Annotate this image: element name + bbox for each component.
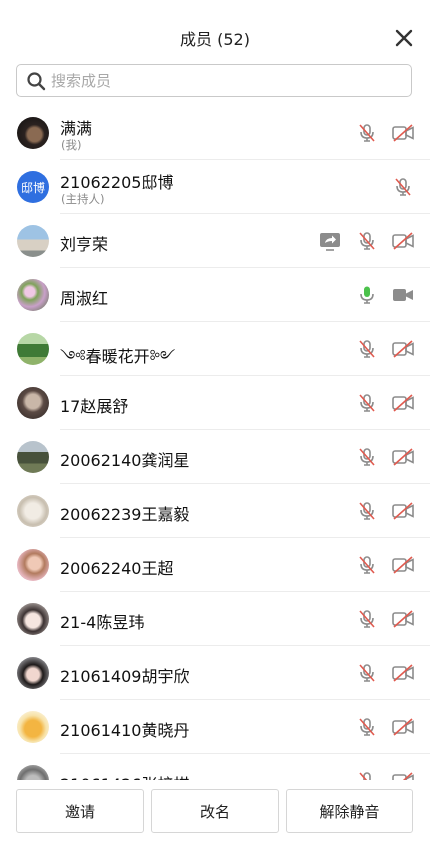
search-icon: [26, 70, 48, 92]
avatar: [17, 441, 49, 473]
rename-button[interactable]: 改名: [151, 789, 279, 833]
avatar: [17, 603, 49, 635]
member-row[interactable]: 刘亨荣: [0, 214, 430, 268]
avatar: [17, 333, 49, 365]
unmute-button[interactable]: 解除静音: [286, 789, 413, 833]
mic-muted-icon[interactable]: [354, 444, 380, 470]
member-row[interactable]: 20062240王超: [0, 538, 430, 592]
avatar: 邸博: [17, 171, 49, 203]
member-name: 满满: [60, 119, 93, 138]
member-role: (主持人): [61, 192, 105, 206]
member-row[interactable]: 17赵展舒: [0, 376, 430, 430]
camera-off-icon[interactable]: [390, 606, 416, 632]
camera-off-icon[interactable]: [390, 444, 416, 470]
mic-muted-icon[interactable]: [354, 336, 380, 362]
camera-icon[interactable]: [390, 282, 416, 308]
member-row[interactable]: 邸博 21062205邸博 (主持人): [0, 160, 430, 214]
avatar: [17, 279, 49, 311]
avatar: [17, 657, 49, 689]
camera-off-icon[interactable]: [390, 336, 416, 362]
mic-muted-icon[interactable]: [354, 120, 380, 146]
page-title: 成员 (52): [180, 30, 250, 49]
member-row[interactable]: 21061426张梓棋: [0, 754, 430, 780]
member-row[interactable]: 20062140龚润星: [0, 430, 430, 484]
member-name: 刘亨荣: [60, 235, 109, 254]
avatar: [17, 387, 49, 419]
member-row[interactable]: 20062239王嘉毅: [0, 484, 430, 538]
camera-off-icon[interactable]: [390, 498, 416, 524]
member-row[interactable]: 周淑红: [0, 268, 430, 322]
camera-off-icon[interactable]: [390, 228, 416, 254]
invite-button[interactable]: 邀请: [16, 789, 144, 833]
mic-muted-icon[interactable]: [354, 228, 380, 254]
camera-off-icon[interactable]: [390, 552, 416, 578]
member-row[interactable]: 满满 (我): [0, 106, 430, 160]
avatar: [17, 117, 49, 149]
camera-off-icon[interactable]: [390, 120, 416, 146]
member-row[interactable]: 21-4陈昱玮: [0, 592, 430, 646]
avatar: [17, 495, 49, 527]
member-name: 21-4陈昱玮: [60, 613, 145, 632]
camera-off-icon[interactable]: [390, 714, 416, 740]
header: 成员 (52): [0, 0, 430, 62]
mic-active-icon[interactable]: [354, 282, 380, 308]
member-role: (我): [61, 138, 82, 152]
member-name: 21062205邸博: [60, 173, 174, 192]
search-input[interactable]: [51, 71, 381, 90]
member-list[interactable]: 满满 (我) 邸博 21062205邸博 (主持人) 刘亨荣周淑红 ༺春暖花开༻ 17赵展舒 2…: [0, 106, 430, 780]
member-row[interactable]: ༺春暖花开༻: [0, 322, 430, 376]
member-row[interactable]: 21061410黄晓丹: [0, 700, 430, 754]
mic-muted-icon[interactable]: [354, 714, 380, 740]
member-name: 20062140龚润星: [60, 451, 190, 470]
member-name: 周淑红: [60, 289, 109, 308]
member-name: 17赵展舒: [60, 397, 129, 416]
close-button[interactable]: [390, 24, 418, 52]
camera-off-icon[interactable]: [390, 768, 416, 780]
camera-off-icon[interactable]: [390, 660, 416, 686]
camera-off-icon[interactable]: [390, 390, 416, 416]
avatar: [17, 225, 49, 257]
member-name: 21061409胡宇欣: [60, 667, 190, 686]
member-row[interactable]: 21061409胡宇欣: [0, 646, 430, 700]
member-name: 21061410黄晓丹: [60, 721, 190, 740]
mic-muted-icon[interactable]: [354, 606, 380, 632]
mic-muted-icon[interactable]: [354, 660, 380, 686]
search-box[interactable]: [16, 64, 412, 97]
mic-muted-icon[interactable]: [354, 768, 380, 780]
member-name: 20062240王超: [60, 559, 174, 578]
mic-muted-icon[interactable]: [354, 390, 380, 416]
avatar: [17, 711, 49, 743]
mic-muted-icon[interactable]: [354, 498, 380, 524]
member-name: 20062239王嘉毅: [60, 505, 190, 524]
avatar: [17, 765, 49, 780]
mic-muted-icon[interactable]: [354, 552, 380, 578]
member-name: 21061426张梓棋: [60, 771, 189, 780]
screen-share-icon: [317, 228, 343, 254]
avatar: [17, 549, 49, 581]
footer-actions: 邀请 改名 解除静音: [0, 780, 430, 855]
mic-muted-icon[interactable]: [390, 174, 416, 200]
close-icon: [395, 29, 413, 47]
